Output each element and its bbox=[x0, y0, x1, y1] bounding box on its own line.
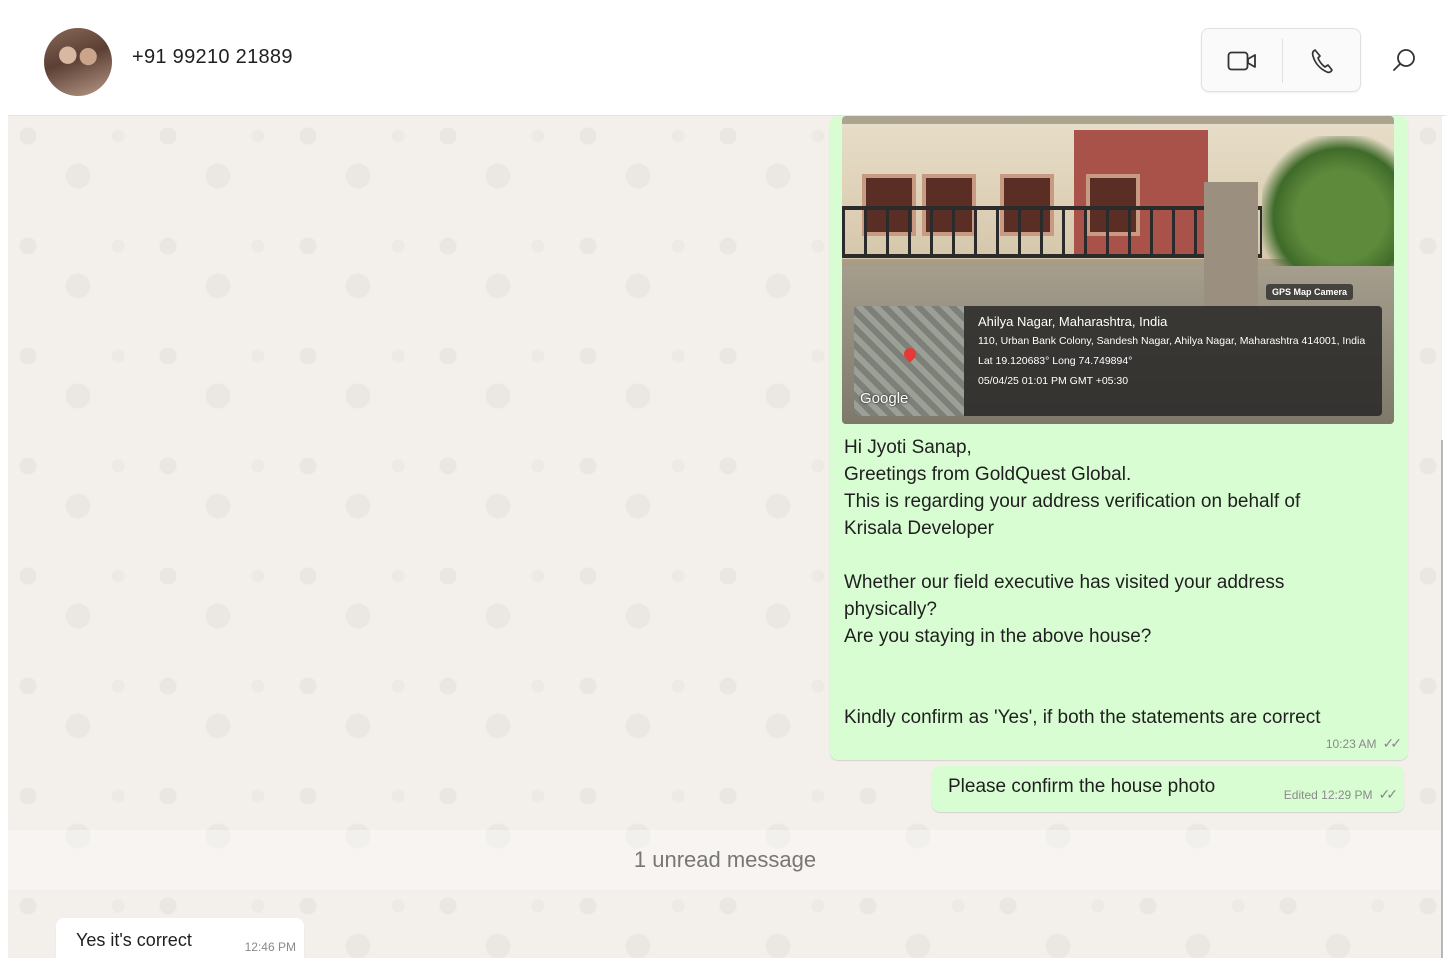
avatar[interactable] bbox=[44, 28, 112, 96]
google-label: Google bbox=[860, 390, 909, 407]
message-text: Yes it's correct bbox=[76, 930, 192, 950]
railing bbox=[842, 206, 1262, 258]
outgoing-message[interactable]: Please confirm the house photo Edited 12… bbox=[932, 766, 1404, 812]
search-icon bbox=[1393, 49, 1415, 71]
chat-header: +91 99210 21889 bbox=[8, 0, 1446, 116]
incoming-message[interactable]: Yes it's correct 12:46 PM bbox=[56, 918, 304, 958]
call-button-group bbox=[1201, 28, 1361, 92]
gps-overlay: GPS Map Camera Google Ahilya Nagar, Maha… bbox=[854, 284, 1382, 416]
address-line: 110, Urban Bank Colony, Sandesh Nagar, A… bbox=[978, 335, 1366, 347]
map-pin-icon bbox=[901, 345, 919, 363]
message-meta: Edited 12:29 PM ✓✓ bbox=[1283, 786, 1399, 803]
contact-name[interactable]: +91 99210 21889 bbox=[132, 46, 293, 69]
unread-label: 1 unread message bbox=[633, 847, 817, 872]
map-thumbnail: Google bbox=[854, 306, 964, 416]
message-time: Edited 12:29 PM bbox=[1283, 787, 1373, 802]
outgoing-message[interactable]: GPS Map Camera Google Ahilya Nagar, Maha… bbox=[830, 116, 1408, 760]
photo-datetime: 05/04/25 01:01 PM GMT +05:30 bbox=[978, 375, 1129, 387]
house-photo[interactable]: GPS Map Camera Google Ahilya Nagar, Maha… bbox=[842, 116, 1394, 424]
video-call-button[interactable] bbox=[1202, 29, 1282, 93]
scrollbar[interactable] bbox=[1441, 440, 1443, 958]
location-title: Ahilya Nagar, Maharashtra, India bbox=[978, 314, 1168, 329]
unread-divider: 1 unread message bbox=[8, 830, 1442, 890]
message-time: 12:46 PM bbox=[244, 940, 296, 954]
message-meta: 12:46 PM bbox=[245, 940, 296, 954]
phone-icon bbox=[1311, 49, 1333, 74]
read-ticks-icon: ✓✓ bbox=[1382, 735, 1403, 751]
video-camera-icon bbox=[1227, 51, 1256, 71]
message-text: Please confirm the house photo bbox=[948, 776, 1216, 797]
chat-area[interactable]: GPS Map Camera Google Ahilya Nagar, Maha… bbox=[8, 116, 1442, 958]
message-time: 10:23 AM bbox=[1325, 736, 1377, 751]
voice-call-button[interactable] bbox=[1282, 29, 1362, 93]
gps-badge: GPS Map Camera bbox=[1266, 284, 1354, 300]
gps-text: Ahilya Nagar, Maharashtra, India 110, Ur… bbox=[978, 314, 1378, 390]
search-button[interactable] bbox=[1384, 40, 1424, 80]
message-meta: 10:23 AM ✓✓ bbox=[1325, 735, 1403, 752]
message-text: Hi Jyoti Sanap, Greetings from GoldQuest… bbox=[844, 437, 1321, 728]
read-ticks-icon: ✓✓ bbox=[1378, 786, 1399, 802]
coordinates: Lat 19.120683° Long 74.749894° bbox=[978, 355, 1133, 367]
